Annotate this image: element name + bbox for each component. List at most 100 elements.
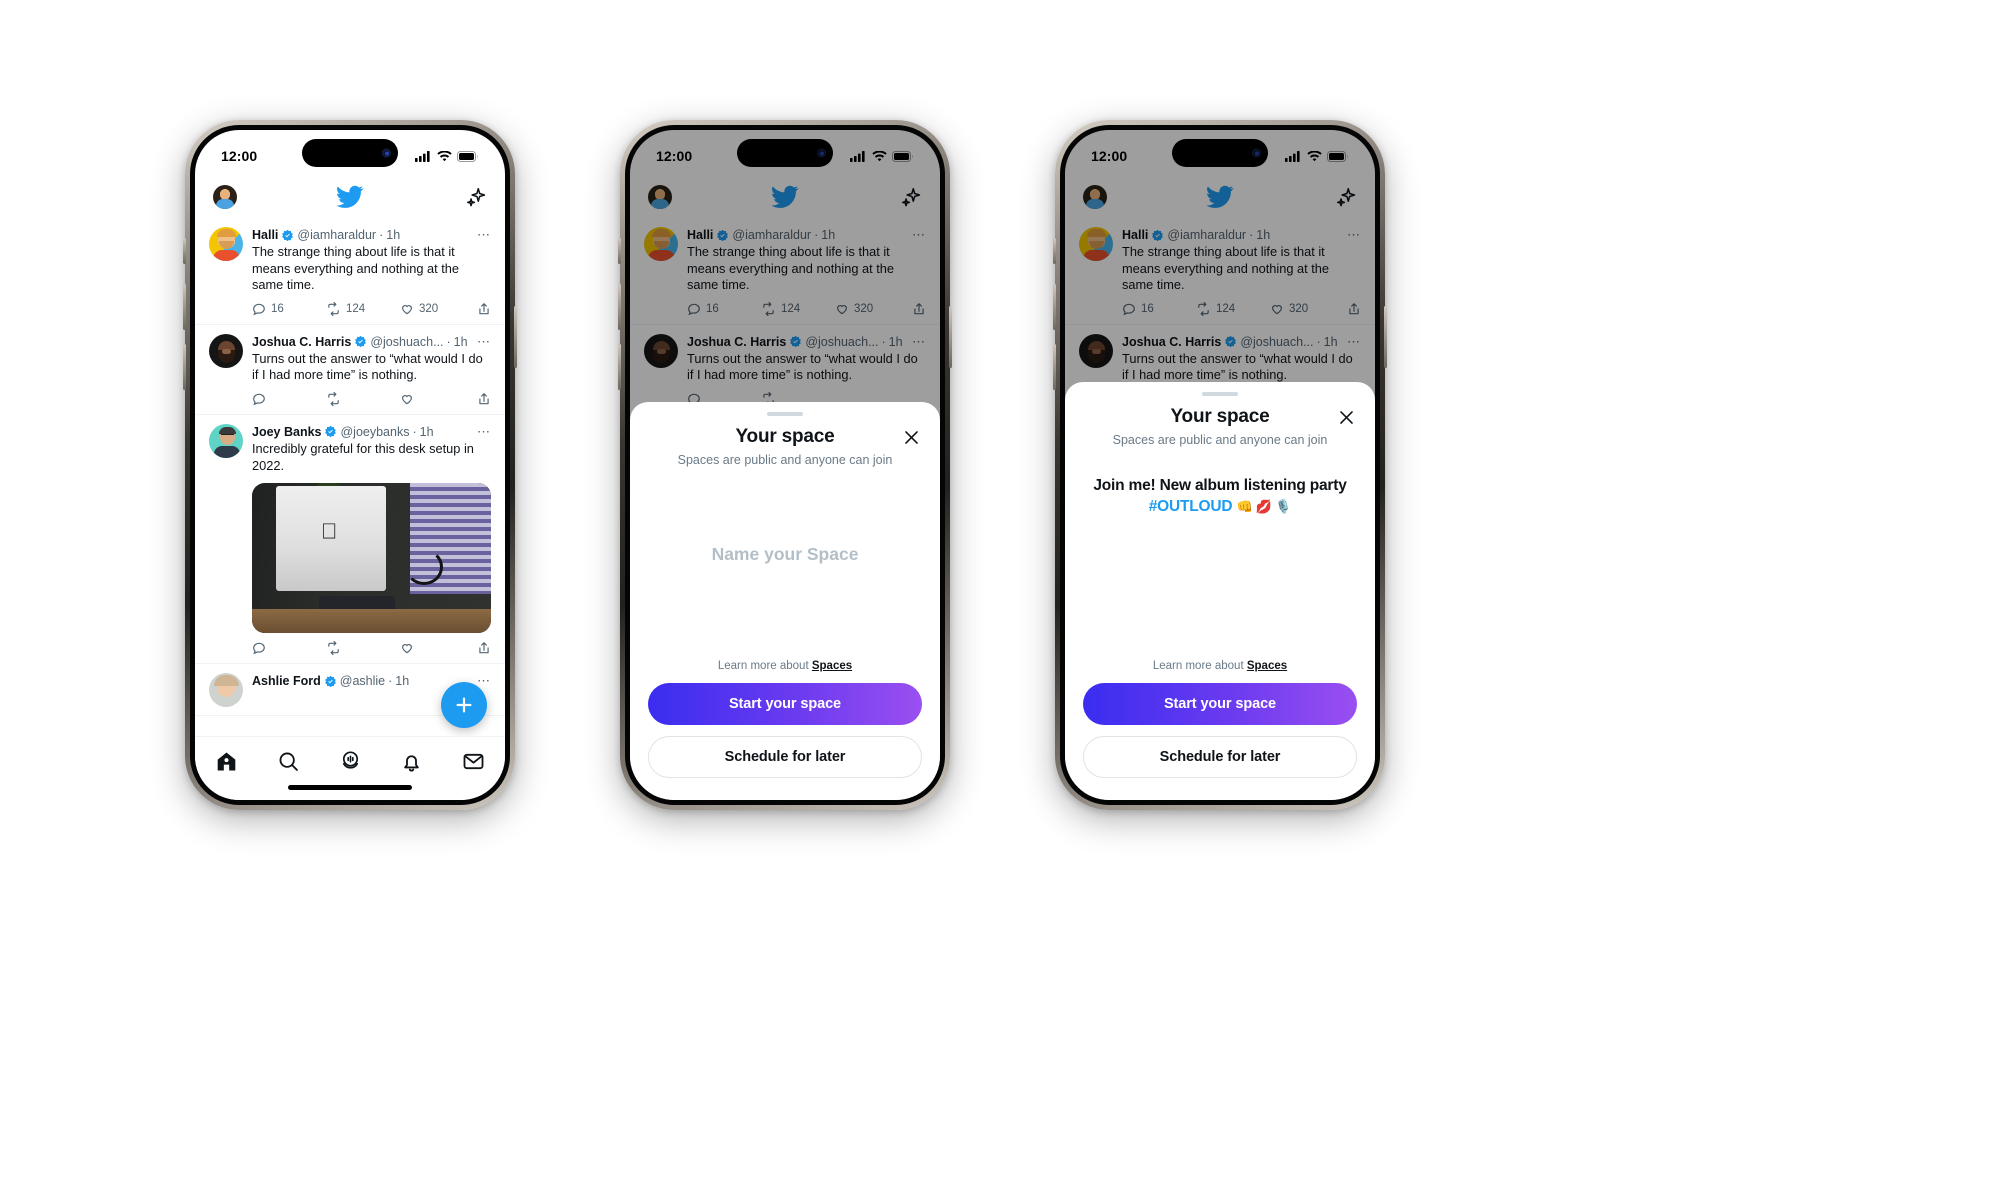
tweet-author-name[interactable]: Ashlie Ford <box>252 673 321 689</box>
share-button[interactable] <box>477 302 491 316</box>
tab-search[interactable] <box>277 750 300 773</box>
avatar[interactable] <box>209 333 243 368</box>
space-name-input-area[interactable]: Name your Space <box>648 467 922 660</box>
share-button[interactable] <box>477 641 491 655</box>
like-button[interactable] <box>400 392 474 406</box>
phone-mockup-1: 12:00 Halli @iamharaldur · 1h ⋯ The stra… <box>183 120 517 810</box>
reply-button[interactable] <box>252 641 326 655</box>
your-space-sheet-empty: Your space Spaces are public and anyone … <box>630 402 940 800</box>
verified-badge-icon <box>325 426 337 438</box>
space-name-input[interactable]: Join me! New album listening party #OUTL… <box>1093 475 1347 517</box>
profile-avatar-button[interactable] <box>213 185 237 209</box>
twitter-bird-logo <box>336 185 364 208</box>
tab-home[interactable] <box>215 750 238 773</box>
learn-more-row: Learn more about Spaces <box>1083 660 1357 672</box>
avatar[interactable] <box>209 227 243 261</box>
volume-up-button[interactable] <box>183 284 186 330</box>
tab-notifications[interactable] <box>400 750 423 773</box>
status-time: 12:00 <box>221 148 258 164</box>
space-name-input-area[interactable]: Join me! New album listening party #OUTL… <box>1083 447 1357 660</box>
close-icon <box>1339 410 1353 424</box>
tweet-media-image[interactable]:  <box>252 483 491 634</box>
share-icon <box>479 302 489 315</box>
power-button[interactable] <box>1384 306 1387 368</box>
compose-tweet-fab[interactable] <box>441 682 487 728</box>
spaces-link[interactable]: Spaces <box>812 660 852 672</box>
tweet-separator: · <box>412 424 417 439</box>
tweet-more-options-button[interactable]: ⋯ <box>477 335 491 348</box>
tweet-author-name[interactable]: Halli <box>252 227 278 243</box>
schedule-for-later-button[interactable]: Schedule for later <box>648 736 922 778</box>
phone-bezel-2: 12:00 Halli @iamharaldur · 1h ⋯ The stra… <box>625 125 945 805</box>
phone-bezel-1: 12:00 Halli @iamharaldur · 1h ⋯ The stra… <box>190 125 510 805</box>
close-button[interactable] <box>900 426 922 448</box>
volume-down-button[interactable] <box>183 344 186 390</box>
reply-button[interactable] <box>252 392 326 406</box>
tweet-handle[interactable]: @iamharaldur <box>297 227 376 243</box>
mute-switch[interactable] <box>1053 238 1056 264</box>
close-button[interactable] <box>1335 406 1357 428</box>
volume-up-button[interactable] <box>1053 284 1056 330</box>
tweet-handle[interactable]: @joeybanks <box>340 424 409 440</box>
reply-button[interactable]: 16 <box>252 302 326 316</box>
volume-down-button[interactable] <box>1053 344 1056 390</box>
volume-up-button[interactable] <box>618 284 621 330</box>
share-icon <box>479 393 489 405</box>
tweet-header: Halli @iamharaldur · 1h ⋯ <box>252 227 491 243</box>
battery-icon <box>457 150 478 162</box>
tweet-author-name[interactable]: Joey Banks <box>252 424 321 440</box>
power-button[interactable] <box>949 306 952 368</box>
tweet-body: Joey Banks @joeybanks · 1h ⋯ Incredibly … <box>252 424 491 656</box>
tweet-actions <box>252 641 491 656</box>
like-icon <box>402 304 412 315</box>
sheet-header: Your space <box>1083 406 1357 428</box>
retweet-icon <box>328 301 339 316</box>
retweet-icon <box>328 641 339 656</box>
sheet-grabber[interactable] <box>767 412 803 416</box>
retweet-count: 124 <box>346 302 366 315</box>
sheet-grabber[interactable] <box>1202 392 1238 396</box>
table-row[interactable]: Joey Banks @joeybanks · 1h ⋯ Incredibly … <box>195 415 505 665</box>
learn-more-label: Learn more about <box>1152 660 1244 672</box>
spaces-link[interactable]: Spaces <box>1247 660 1287 672</box>
tweet-author-name[interactable]: Joshua C. Harris <box>252 334 351 350</box>
avatar[interactable] <box>209 673 243 708</box>
volume-down-button[interactable] <box>618 344 621 390</box>
table-row[interactable]: Joshua C. Harris @joshuach... · 1h ⋯ Tur… <box>195 325 505 415</box>
space-name-input[interactable]: Name your Space <box>712 544 859 565</box>
sparkle-icon[interactable] <box>465 186 487 208</box>
phone-mockup-3: 12:00 Halli @iamharaldur · 1h ⋯ The stra… <box>1053 120 1387 810</box>
like-button[interactable] <box>400 641 474 655</box>
tweet-more-options-button[interactable]: ⋯ <box>477 228 491 241</box>
like-button[interactable]: 320 <box>400 302 474 316</box>
mute-switch[interactable] <box>618 238 621 264</box>
tweet-separator: · <box>446 334 451 349</box>
start-your-space-button[interactable]: Start your space <box>1083 683 1357 725</box>
space-hashtag: #OUTLOUD <box>1148 498 1233 515</box>
wifi-icon <box>437 150 452 161</box>
schedule-for-later-button[interactable]: Schedule for later <box>1083 736 1357 778</box>
dynamic-island <box>302 139 398 167</box>
tweet-separator: · <box>379 228 384 242</box>
tweet-feed-1: Halli @iamharaldur · 1h ⋯ The strange th… <box>195 218 505 717</box>
tweet-timestamp: 1h <box>419 424 434 439</box>
power-button[interactable] <box>514 306 517 368</box>
tweet-more-options-button[interactable]: ⋯ <box>477 674 491 687</box>
tweet-more-options-button[interactable]: ⋯ <box>477 425 491 438</box>
tweet-text: The strange thing about life is that it … <box>252 244 460 293</box>
tab-spaces[interactable] <box>339 750 362 773</box>
retweet-button[interactable] <box>326 641 400 656</box>
mute-switch[interactable] <box>183 238 186 264</box>
retweet-button[interactable]: 124 <box>326 301 400 316</box>
bottom-tab-bar-1 <box>195 736 505 800</box>
start-your-space-button[interactable]: Start your space <box>648 683 922 725</box>
avatar[interactable] <box>209 423 243 458</box>
tweet-handle[interactable]: @joshuach... <box>370 334 443 350</box>
home-indicator[interactable] <box>288 785 412 790</box>
tweet-header: Joshua C. Harris @joshuach... · 1h ⋯ <box>252 334 491 350</box>
table-row[interactable]: Halli @iamharaldur · 1h ⋯ The strange th… <box>195 218 505 325</box>
retweet-button[interactable] <box>326 391 400 406</box>
share-button[interactable] <box>477 392 491 406</box>
tweet-handle[interactable]: @ashlie <box>340 673 385 689</box>
tab-messages[interactable] <box>462 750 485 773</box>
